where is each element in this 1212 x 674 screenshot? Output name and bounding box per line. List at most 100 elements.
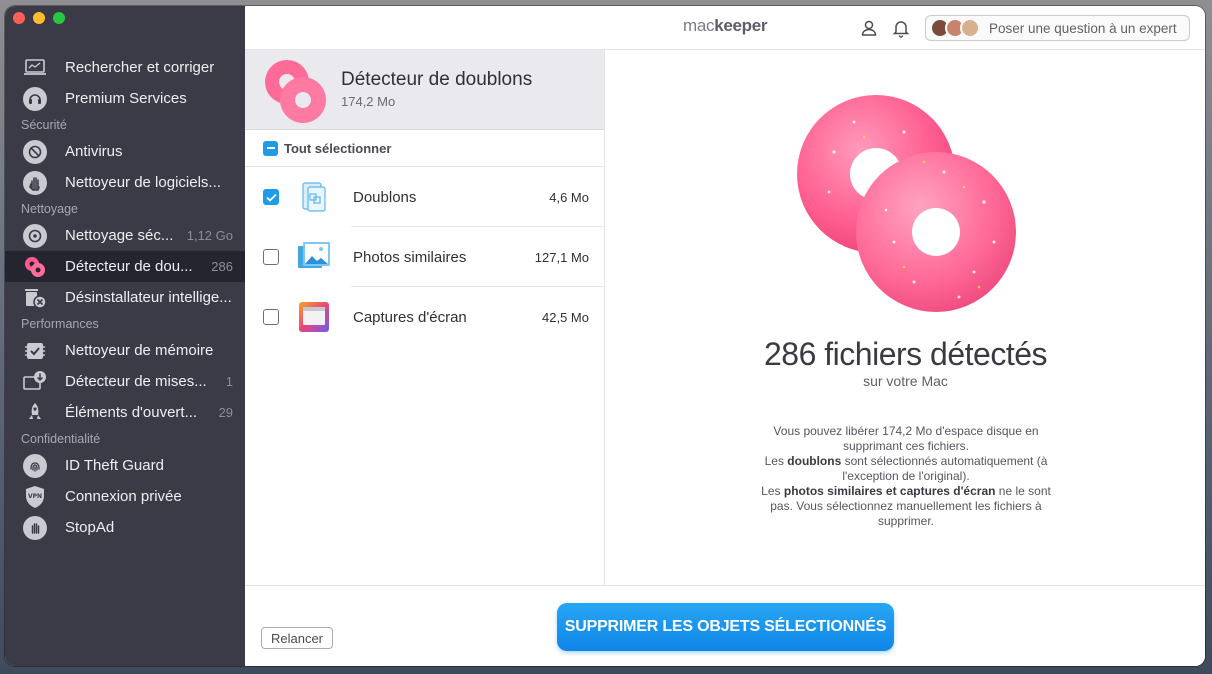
duplicate-files-icon bbox=[297, 180, 331, 214]
desc-text: Les bbox=[764, 454, 788, 468]
sidebar-item-label: Détecteur de dou... bbox=[65, 258, 193, 275]
rocket-icon bbox=[23, 401, 47, 425]
similar-photos-checkbox[interactable] bbox=[263, 249, 279, 265]
minimize-window-button[interactable] bbox=[33, 12, 45, 24]
sidebar-section-performance: Performances bbox=[21, 317, 99, 331]
expert-avatars bbox=[930, 18, 980, 38]
close-window-button[interactable] bbox=[13, 12, 25, 24]
donut-icon bbox=[265, 60, 326, 123]
files-detected-heading: 286 fichiers détectés bbox=[764, 336, 1048, 372]
zoom-window-button[interactable] bbox=[53, 12, 65, 24]
window-controls bbox=[13, 12, 65, 24]
sidebar-item-update-tracker[interactable]: Détecteur de mises... 1 bbox=[5, 366, 245, 397]
app-window: Rechercher et corriger Premium Services … bbox=[5, 6, 1205, 666]
sidebar-item-login-items[interactable]: Éléments d'ouvert... 29 bbox=[5, 397, 245, 428]
sidebar-item-count: 29 bbox=[218, 405, 233, 420]
sidebar-item-adware-cleaner[interactable]: Nettoyeur de logiciels... bbox=[5, 167, 245, 198]
sidebar-item-label: Antivirus bbox=[65, 143, 123, 160]
stop-hand-icon bbox=[23, 515, 47, 540]
list-item[interactable]: Photos similaires 127,1 Mo bbox=[245, 227, 604, 287]
laptop-scan-icon bbox=[23, 56, 47, 80]
sidebar-item-antivirus[interactable]: Antivirus bbox=[5, 136, 245, 167]
panel-header: Détecteur de doublons 174,2 Mo bbox=[245, 50, 604, 130]
sidebar-item-premium-services[interactable]: Premium Services bbox=[5, 83, 245, 114]
delete-selected-button[interactable]: SUPPRIMER LES OBJETS SÉLECTIONNÉS bbox=[557, 603, 894, 651]
logo-bold-text: keeper bbox=[714, 16, 768, 35]
sidebar-item-label: Nettoyeur de logiciels... bbox=[65, 174, 221, 191]
similar-photos-icon bbox=[297, 240, 331, 274]
sidebar-item-label: Éléments d'ouvert... bbox=[65, 404, 198, 421]
sidebar-item-label: Premium Services bbox=[65, 90, 187, 107]
duplicates-checkbox[interactable] bbox=[263, 189, 279, 205]
sidebar-item-safe-cleanup[interactable]: Nettoyage séc... 1,12 Go bbox=[5, 220, 245, 251]
sidebar-item-label: Rechercher et corriger bbox=[65, 59, 215, 76]
update-download-icon bbox=[23, 370, 47, 394]
avatar bbox=[960, 18, 980, 38]
sidebar-item-scan[interactable]: Rechercher et corriger bbox=[5, 52, 245, 83]
desc-line: Les doublons sont sélectionnés automatiq… bbox=[751, 454, 1061, 484]
sidebar-item-count: 1,12 Go bbox=[186, 228, 233, 243]
sidebar: Rechercher et corriger Premium Services … bbox=[5, 6, 245, 666]
sidebar-item-duplicates-finder[interactable]: Détecteur de dou... 286 bbox=[5, 251, 245, 282]
logo-light-text: mac bbox=[683, 16, 715, 35]
row-label: Doublons bbox=[353, 188, 417, 206]
headset-icon bbox=[23, 86, 47, 111]
desc-bold: doublons bbox=[787, 454, 842, 468]
rescan-button[interactable]: Relancer bbox=[261, 627, 333, 649]
sidebar-item-label: ID Theft Guard bbox=[65, 457, 164, 474]
desc-text: sont sélectionnés automatiquement (à l'e… bbox=[841, 454, 1048, 483]
row-size: 4,6 Mo bbox=[549, 189, 589, 205]
antivirus-icon bbox=[23, 139, 47, 164]
sidebar-item-count: 1 bbox=[225, 374, 233, 389]
desc-bold: photos similaires et captures d'écran bbox=[783, 484, 996, 498]
sidebar-section-privacy: Confidentialité bbox=[21, 432, 101, 446]
sidebar-section-security: Sécurité bbox=[21, 118, 67, 132]
bell-icon[interactable] bbox=[891, 18, 911, 38]
total-size: 174,2 Mo bbox=[341, 94, 396, 109]
row-size: 127,1 Mo bbox=[534, 249, 589, 265]
sidebar-item-label: StopAd bbox=[65, 519, 115, 536]
hand-stop-icon bbox=[23, 170, 47, 195]
ask-expert-button[interactable]: Poser une question à un expert bbox=[925, 15, 1190, 41]
screenshots-checkbox[interactable] bbox=[263, 309, 279, 325]
fingerprint-icon bbox=[23, 453, 47, 478]
screenshots-icon bbox=[297, 300, 331, 334]
sidebar-item-private-connect[interactable]: VPN Connexion privée bbox=[5, 481, 245, 512]
sidebar-item-label: Nettoyage séc... bbox=[65, 227, 174, 244]
top-bar: mackeeper Poser une question à un expert bbox=[245, 6, 1205, 50]
sidebar-nav: Rechercher et corriger Premium Services … bbox=[5, 52, 245, 543]
sidebar-item-id-theft-guard[interactable]: ID Theft Guard bbox=[5, 450, 245, 481]
vpn-shield-icon: VPN bbox=[23, 485, 47, 509]
list-item[interactable]: Doublons 4,6 Mo bbox=[245, 167, 604, 227]
row-label: Captures d'écran bbox=[353, 308, 467, 326]
list-item[interactable]: Captures d'écran 42,5 Mo bbox=[245, 287, 604, 347]
select-all-checkbox[interactable] bbox=[263, 140, 278, 156]
description-text: Vous pouvez libérer 174,2 Mo d'espace di… bbox=[751, 424, 1061, 529]
detail-panel: 286 fichiers détectés sur votre Mac Vous… bbox=[606, 50, 1205, 585]
ask-expert-label: Poser une question à un expert bbox=[989, 20, 1177, 36]
page-title: Détecteur de doublons bbox=[341, 69, 533, 90]
sidebar-item-label: Connexion privée bbox=[65, 488, 182, 505]
row-size: 42,5 Mo bbox=[542, 309, 589, 325]
desc-line: Les photos similaires et captures d'écra… bbox=[751, 484, 1061, 529]
memory-check-icon bbox=[23, 339, 47, 363]
donut-icon bbox=[23, 255, 47, 279]
sidebar-item-label: Nettoyeur de mémoire bbox=[65, 342, 214, 359]
files-detected-subheading: sur votre Mac bbox=[863, 373, 948, 389]
desc-text: Les bbox=[761, 484, 784, 498]
select-all-toggle[interactable]: Tout sélectionner bbox=[245, 130, 604, 167]
account-icon[interactable] bbox=[859, 18, 879, 38]
app-logo: mackeeper bbox=[683, 16, 768, 36]
sidebar-item-count: 286 bbox=[211, 259, 233, 274]
bottom-bar: Relancer SUPPRIMER LES OBJETS SÉLECTIONN… bbox=[245, 585, 1205, 666]
row-label: Photos similaires bbox=[353, 248, 467, 266]
sidebar-section-cleanup: Nettoyage bbox=[21, 202, 78, 216]
disk-cleanup-icon bbox=[23, 223, 47, 248]
sidebar-item-smart-uninstaller[interactable]: Désinstallateur intellige... bbox=[5, 282, 245, 313]
select-all-label: Tout sélectionner bbox=[284, 140, 392, 156]
sidebar-item-memory-cleaner[interactable]: Nettoyeur de mémoire bbox=[5, 335, 245, 366]
sidebar-item-label: Désinstallateur intellige... bbox=[65, 289, 232, 306]
donuts-illustration bbox=[797, 95, 1016, 312]
sidebar-item-stopad[interactable]: StopAd bbox=[5, 512, 245, 543]
desc-line: Vous pouvez libérer 174,2 Mo d'espace di… bbox=[773, 424, 1039, 453]
